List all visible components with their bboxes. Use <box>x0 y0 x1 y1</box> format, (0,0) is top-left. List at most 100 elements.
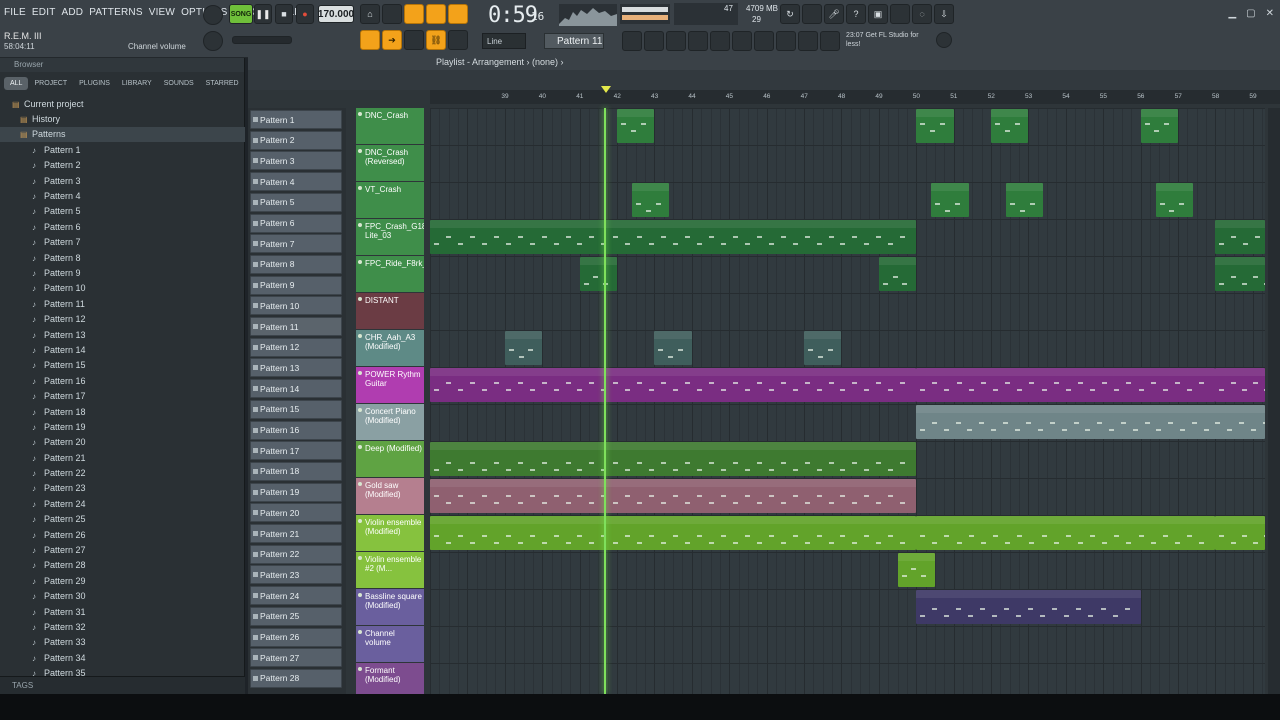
tree-item-pattern[interactable]: ♪ Pattern 32 <box>0 619 245 634</box>
tree-item-pattern[interactable]: ♪ Pattern 34 <box>0 650 245 665</box>
track-header[interactable]: Concert Piano (Modified) <box>356 404 424 440</box>
pattern-clip[interactable]: Patt..14 <box>654 331 692 365</box>
tree-item-pattern[interactable]: ♪ Pattern 24 <box>0 496 245 511</box>
help-button[interactable]: ? <box>846 4 866 24</box>
pattern-list-item[interactable]: Pattern 6 <box>250 213 342 233</box>
tree-item-pattern[interactable]: ♪ Pattern 7 <box>0 235 245 250</box>
tree-folder-history[interactable]: ▤ History <box>0 111 245 126</box>
pattern-list-item[interactable]: Pattern 27 <box>250 648 342 668</box>
tree-folder-current-project[interactable]: ▤ Current project <box>0 96 245 111</box>
master-volume-slider[interactable] <box>232 36 292 44</box>
tree-item-pattern[interactable]: ♪ Pattern 9 <box>0 265 245 280</box>
tree-item-pattern[interactable]: ♪ Pattern 4 <box>0 188 245 203</box>
tree-item-pattern[interactable]: ♪ Pattern 33 <box>0 635 245 650</box>
snap-select[interactable]: Line <box>482 33 526 49</box>
stamp-button[interactable] <box>448 30 468 50</box>
arrow-button[interactable]: ➔ <box>382 30 402 50</box>
pattern-clip[interactable]: Patt..91 <box>1005 183 1044 217</box>
menu-patterns[interactable]: PATTERNS <box>89 7 142 18</box>
tree-item-pattern[interactable]: ♪ Pattern 29 <box>0 573 245 588</box>
tree-item-pattern[interactable]: ♪ Pattern 28 <box>0 558 245 573</box>
tree-item-pattern[interactable]: ♪ Pattern 23 <box>0 481 245 496</box>
pattern-list-item[interactable]: Pattern 23 <box>250 565 342 585</box>
pattern-list-item[interactable]: Pattern 5 <box>250 192 342 212</box>
tempo-display[interactable]: 170.000 <box>318 5 354 23</box>
loop-record-button[interactable] <box>448 4 468 24</box>
save-button[interactable]: ▣ <box>868 4 888 24</box>
pattern-list-item[interactable]: Pattern 16 <box>250 420 342 440</box>
playlist-button[interactable] <box>666 31 686 51</box>
tree-item-pattern[interactable]: ♪ Pattern 17 <box>0 388 245 403</box>
channel-rack-button[interactable] <box>622 31 642 51</box>
pattern-clip[interactable]: Patt..80 <box>430 220 917 254</box>
pattern-clip[interactable]: Patt..14 <box>504 331 543 365</box>
tree-folder-patterns[interactable]: ▤ Patterns <box>0 126 245 143</box>
record-button[interactable]: ● <box>296 4 314 24</box>
track-header[interactable]: DNC_Crash (Reversed) <box>356 145 424 181</box>
browser-tab-plugins[interactable]: PLUGINS <box>73 77 116 90</box>
tree-item-pattern[interactable]: ♪ Pattern 5 <box>0 204 245 219</box>
tree-item-pattern[interactable]: ♪ Pattern 19 <box>0 419 245 434</box>
tree-item-pattern[interactable]: ♪ Pattern 14 <box>0 342 245 357</box>
tree-item-pattern[interactable]: ♪ Pattern 2 <box>0 158 245 173</box>
pattern-clip[interactable] <box>430 368 917 402</box>
tree-item-pattern[interactable]: ♪ Pattern 13 <box>0 327 245 342</box>
pattern-list-item[interactable]: Pattern 28 <box>250 668 342 688</box>
tree-item-pattern[interactable]: ♪ Pattern 6 <box>0 219 245 234</box>
tree-item-pattern[interactable]: ♪ Pattern 30 <box>0 589 245 604</box>
tree-item-pattern[interactable]: ♪ Pattern 18 <box>0 404 245 419</box>
track-header[interactable]: VT_Crash <box>356 182 424 218</box>
pattern-clip[interactable]: Pattern 47 <box>1215 368 1265 402</box>
tags-bar[interactable]: TAGS <box>0 676 245 694</box>
track-header[interactable]: FPC_Ride_F8rk_003 <box>356 256 424 292</box>
pattern-list-item[interactable]: Pattern 24 <box>250 586 342 606</box>
pattern-list-item[interactable]: Pattern 1 <box>250 110 342 129</box>
pause-button[interactable]: ❚❚ <box>254 4 272 24</box>
tree-item-pattern[interactable]: ♪ Pattern 31 <box>0 604 245 619</box>
pattern-list-item[interactable]: Pattern 22 <box>250 544 342 564</box>
pattern-clip[interactable]: Patt..94 <box>878 257 917 291</box>
vertical-scrollbar[interactable] <box>1268 108 1280 694</box>
mixer-button[interactable] <box>802 4 822 24</box>
pattern-clip[interactable]: Patt..89 <box>1140 109 1178 143</box>
undo-history-button[interactable]: ↻ <box>780 4 800 24</box>
tree-item-pattern[interactable]: ♪ Pattern 15 <box>0 358 245 373</box>
pattern-clip[interactable]: Pattern 28 <box>916 516 1216 550</box>
download-button[interactable]: ⇩ <box>934 4 954 24</box>
pattern-clip[interactable]: Patt..80 <box>1215 220 1265 254</box>
pattern-list-item[interactable]: Pattern 26 <box>250 627 342 647</box>
tree-item-pattern[interactable]: ♪ Pattern 21 <box>0 450 245 465</box>
pattern-list-item[interactable]: Pattern 3 <box>250 151 342 171</box>
track-header[interactable]: POWER Rythm Guitar <box>356 367 424 403</box>
pattern-clip[interactable]: Patt..91 <box>1155 183 1193 217</box>
chat-button[interactable]: ◌ <box>912 4 932 24</box>
song-mode-button[interactable]: SONG <box>229 4 253 24</box>
tree-item-pattern[interactable]: ♪ Pattern 3 <box>0 173 245 188</box>
track-header[interactable]: Bassline square (Modified) <box>356 589 424 625</box>
tree-item-pattern[interactable]: ♪ Pattern 20 <box>0 435 245 450</box>
menu-file[interactable]: FILE <box>4 7 26 18</box>
plugin-button[interactable] <box>890 4 910 24</box>
track-header[interactable]: Violin ensemble #2 (M... <box>356 552 424 588</box>
pattern-clip[interactable]: Pattern 34 <box>916 405 1265 439</box>
track-header[interactable]: DISTANT <box>356 293 424 329</box>
pattern-clip[interactable]: Patt..90 <box>991 109 1029 143</box>
tree-item-pattern[interactable]: ♪ Pattern 11 <box>0 296 245 311</box>
track-header[interactable]: FPC_Crash_G18in Lite_03 <box>356 219 424 255</box>
pattern-list-item[interactable]: Pattern 20 <box>250 503 342 523</box>
tree-item-pattern[interactable]: ♪ Pattern 22 <box>0 465 245 480</box>
pattern-list-item[interactable]: Pattern 9 <box>250 275 342 295</box>
pattern-clip[interactable]: Pattern 22 <box>916 368 1216 402</box>
metronome-button[interactable]: ⌂ <box>360 4 380 24</box>
pattern-clip[interactable]: Pattern 4 <box>430 479 917 513</box>
close-icon[interactable]: ✕ <box>1266 8 1274 19</box>
browser-tab-starred[interactable]: STARRED <box>200 77 245 90</box>
pattern-list-item[interactable]: Pattern 25 <box>250 606 342 626</box>
tree-item-pattern[interactable]: ♪ Pattern 12 <box>0 311 245 326</box>
playlist-view-button[interactable] <box>360 30 380 50</box>
pattern-clip[interactable]: Pattern 26 <box>916 590 1141 624</box>
maximize-icon[interactable]: ▢ <box>1246 8 1255 19</box>
countdown-button[interactable] <box>404 4 424 24</box>
pattern-list-item[interactable]: Pattern 4 <box>250 172 342 192</box>
tree-item-pattern[interactable]: ♪ Pattern 16 <box>0 373 245 388</box>
